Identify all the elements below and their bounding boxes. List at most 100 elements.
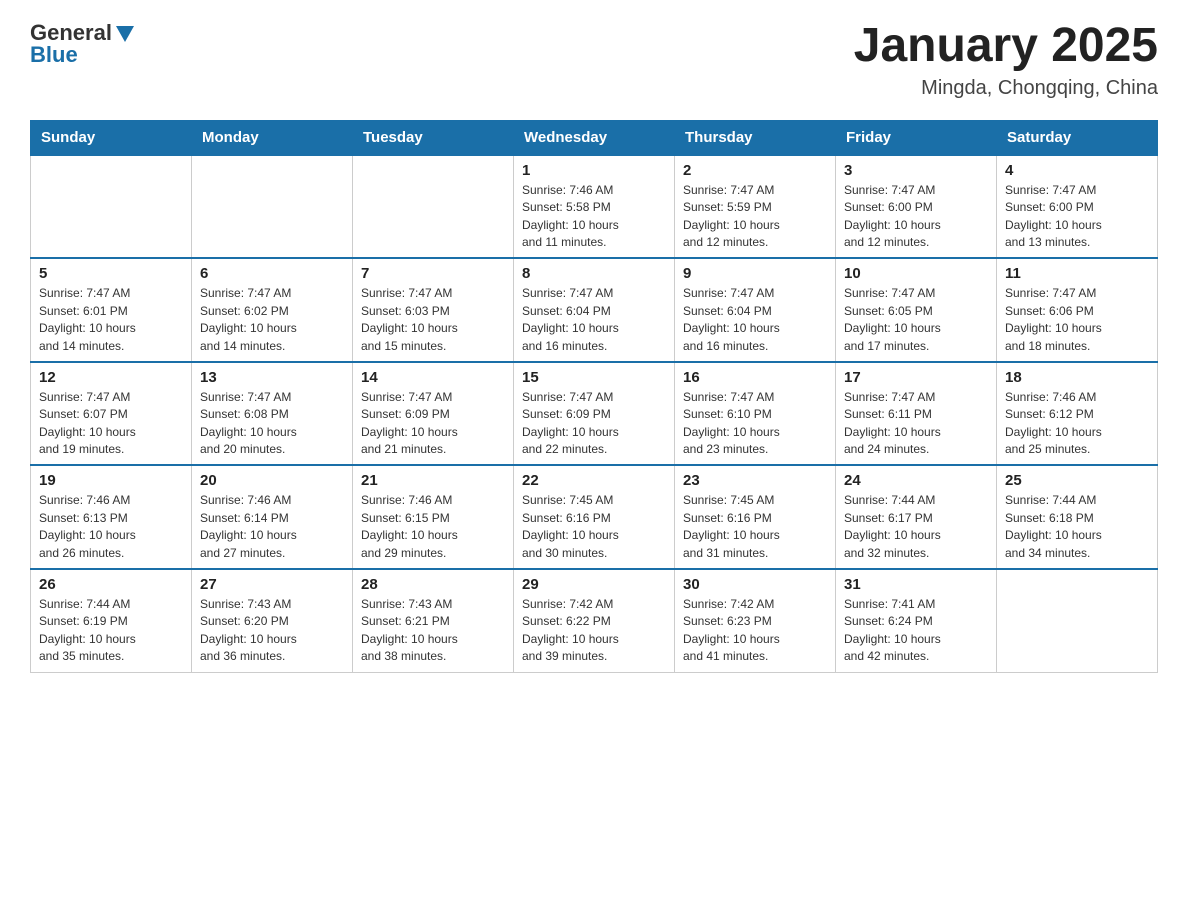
day-info: Sunrise: 7:43 AM Sunset: 6:21 PM Dayligh… — [361, 596, 505, 666]
col-header-wednesday: Wednesday — [514, 120, 675, 155]
day-cell — [997, 569, 1158, 672]
day-cell: 29 Sunrise: 7:42 AM Sunset: 6:22 PM Dayli… — [514, 569, 675, 672]
header-row: SundayMondayTuesdayWednesdayThursdayFrid… — [31, 120, 1158, 155]
day-info: Sunrise: 7:45 AM Sunset: 6:16 PM Dayligh… — [683, 492, 827, 562]
day-info: Sunrise: 7:47 AM Sunset: 6:04 PM Dayligh… — [522, 285, 666, 355]
day-number: 23 — [683, 472, 827, 489]
col-header-saturday: Saturday — [997, 120, 1158, 155]
day-number: 7 — [361, 265, 505, 282]
day-cell: 30 Sunrise: 7:42 AM Sunset: 6:23 PM Dayli… — [675, 569, 836, 672]
week-row-2: 5Sunrise: 7:47 AM Sunset: 6:01 PM Daylig… — [31, 258, 1158, 362]
col-header-sunday: Sunday — [31, 120, 192, 155]
day-cell: 7 Sunrise: 7:47 AM Sunset: 6:03 PM Daylig… — [353, 258, 514, 362]
day-number: 22 — [522, 472, 666, 489]
day-number: 25 — [1005, 472, 1149, 489]
month-title: January 2025 — [854, 20, 1158, 73]
day-info: Sunrise: 7:44 AM Sunset: 6:17 PM Dayligh… — [844, 492, 988, 562]
day-number: 28 — [361, 576, 505, 593]
day-number: 30 — [683, 576, 827, 593]
day-cell: 18Sunrise: 7:46 AM Sunset: 6:12 PM Dayli… — [997, 362, 1158, 466]
day-cell: 21 Sunrise: 7:46 AM Sunset: 6:15 PM Dayli… — [353, 465, 514, 569]
day-cell: 14 Sunrise: 7:47 AM Sunset: 6:09 PM Dayli… — [353, 362, 514, 466]
logo-blue-text: Blue — [30, 42, 78, 68]
day-number: 3 — [844, 162, 988, 179]
day-cell: 22 Sunrise: 7:45 AM Sunset: 6:16 PM Dayli… — [514, 465, 675, 569]
day-cell: 28 Sunrise: 7:43 AM Sunset: 6:21 PM Dayli… — [353, 569, 514, 672]
day-cell: 3 Sunrise: 7:47 AM Sunset: 6:00 PM Daylig… — [836, 155, 997, 259]
day-info: Sunrise: 7:44 AM Sunset: 6:18 PM Dayligh… — [1005, 492, 1149, 562]
day-info: Sunrise: 7:42 AM Sunset: 6:22 PM Dayligh… — [522, 596, 666, 666]
day-number: 9 — [683, 265, 827, 282]
day-info: Sunrise: 7:46 AM Sunset: 6:12 PM Dayligh… — [1005, 389, 1149, 459]
day-info: Sunrise: 7:44 AM Sunset: 6:19 PM Dayligh… — [39, 596, 183, 666]
day-number: 24 — [844, 472, 988, 489]
day-cell: 15 Sunrise: 7:47 AM Sunset: 6:09 PM Dayli… — [514, 362, 675, 466]
day-cell: 27Sunrise: 7:43 AM Sunset: 6:20 PM Dayli… — [192, 569, 353, 672]
col-header-monday: Monday — [192, 120, 353, 155]
day-number: 15 — [522, 369, 666, 386]
day-number: 11 — [1005, 265, 1149, 282]
day-cell — [353, 155, 514, 259]
location-text: Mingda, Chongqing, China — [854, 77, 1158, 100]
day-info: Sunrise: 7:45 AM Sunset: 6:16 PM Dayligh… — [522, 492, 666, 562]
day-number: 31 — [844, 576, 988, 593]
day-cell: 31 Sunrise: 7:41 AM Sunset: 6:24 PM Dayli… — [836, 569, 997, 672]
day-info: Sunrise: 7:43 AM Sunset: 6:20 PM Dayligh… — [200, 596, 344, 666]
day-info: Sunrise: 7:42 AM Sunset: 6:23 PM Dayligh… — [683, 596, 827, 666]
logo-triangle-icon — [114, 22, 136, 44]
day-cell — [31, 155, 192, 259]
calendar-table: SundayMondayTuesdayWednesdayThursdayFrid… — [30, 120, 1158, 673]
day-cell: 4 Sunrise: 7:47 AM Sunset: 6:00 PM Daylig… — [997, 155, 1158, 259]
day-info: Sunrise: 7:47 AM Sunset: 6:06 PM Dayligh… — [1005, 285, 1149, 355]
day-info: Sunrise: 7:41 AM Sunset: 6:24 PM Dayligh… — [844, 596, 988, 666]
day-info: Sunrise: 7:46 AM Sunset: 5:58 PM Dayligh… — [522, 182, 666, 252]
day-number: 10 — [844, 265, 988, 282]
day-info: Sunrise: 7:47 AM Sunset: 6:10 PM Dayligh… — [683, 389, 827, 459]
day-info: Sunrise: 7:47 AM Sunset: 6:02 PM Dayligh… — [200, 285, 344, 355]
day-cell: 12Sunrise: 7:47 AM Sunset: 6:07 PM Dayli… — [31, 362, 192, 466]
day-number: 6 — [200, 265, 344, 282]
page-header: General Blue January 2025 Mingda, Chongq… — [30, 20, 1158, 100]
week-row-4: 19Sunrise: 7:46 AM Sunset: 6:13 PM Dayli… — [31, 465, 1158, 569]
day-cell: 17 Sunrise: 7:47 AM Sunset: 6:11 PM Dayli… — [836, 362, 997, 466]
day-number: 19 — [39, 472, 183, 489]
day-cell: 1 Sunrise: 7:46 AM Sunset: 5:58 PM Daylig… — [514, 155, 675, 259]
day-cell: 11 Sunrise: 7:47 AM Sunset: 6:06 PM Dayli… — [997, 258, 1158, 362]
day-info: Sunrise: 7:47 AM Sunset: 6:03 PM Dayligh… — [361, 285, 505, 355]
day-number: 21 — [361, 472, 505, 489]
day-info: Sunrise: 7:47 AM Sunset: 6:11 PM Dayligh… — [844, 389, 988, 459]
day-number: 13 — [200, 369, 344, 386]
day-cell: 23 Sunrise: 7:45 AM Sunset: 6:16 PM Dayli… — [675, 465, 836, 569]
day-info: Sunrise: 7:47 AM Sunset: 6:00 PM Dayligh… — [844, 182, 988, 252]
day-info: Sunrise: 7:47 AM Sunset: 6:01 PM Dayligh… — [39, 285, 183, 355]
day-cell: 8 Sunrise: 7:47 AM Sunset: 6:04 PM Daylig… — [514, 258, 675, 362]
day-info: Sunrise: 7:47 AM Sunset: 6:09 PM Dayligh… — [361, 389, 505, 459]
day-cell — [192, 155, 353, 259]
day-info: Sunrise: 7:47 AM Sunset: 6:00 PM Dayligh… — [1005, 182, 1149, 252]
day-info: Sunrise: 7:47 AM Sunset: 6:05 PM Dayligh… — [844, 285, 988, 355]
day-info: Sunrise: 7:47 AM Sunset: 6:09 PM Dayligh… — [522, 389, 666, 459]
day-number: 29 — [522, 576, 666, 593]
day-number: 17 — [844, 369, 988, 386]
day-number: 16 — [683, 369, 827, 386]
col-header-friday: Friday — [836, 120, 997, 155]
day-number: 26 — [39, 576, 183, 593]
day-cell: 2Sunrise: 7:47 AM Sunset: 5:59 PM Daylig… — [675, 155, 836, 259]
day-number: 4 — [1005, 162, 1149, 179]
week-row-5: 26 Sunrise: 7:44 AM Sunset: 6:19 PM Dayli… — [31, 569, 1158, 672]
day-cell: 6 Sunrise: 7:47 AM Sunset: 6:02 PM Daylig… — [192, 258, 353, 362]
day-info: Sunrise: 7:46 AM Sunset: 6:15 PM Dayligh… — [361, 492, 505, 562]
day-cell: 9 Sunrise: 7:47 AM Sunset: 6:04 PM Daylig… — [675, 258, 836, 362]
day-number: 20 — [200, 472, 344, 489]
day-cell: 25 Sunrise: 7:44 AM Sunset: 6:18 PM Dayli… — [997, 465, 1158, 569]
day-number: 14 — [361, 369, 505, 386]
day-info: Sunrise: 7:47 AM Sunset: 6:04 PM Dayligh… — [683, 285, 827, 355]
day-cell: 19Sunrise: 7:46 AM Sunset: 6:13 PM Dayli… — [31, 465, 192, 569]
day-info: Sunrise: 7:46 AM Sunset: 6:14 PM Dayligh… — [200, 492, 344, 562]
day-cell: 20 Sunrise: 7:46 AM Sunset: 6:14 PM Dayli… — [192, 465, 353, 569]
day-info: Sunrise: 7:47 AM Sunset: 5:59 PM Dayligh… — [683, 182, 827, 252]
day-number: 1 — [522, 162, 666, 179]
day-number: 8 — [522, 265, 666, 282]
logo: General Blue — [30, 20, 136, 68]
day-cell: 13Sunrise: 7:47 AM Sunset: 6:08 PM Dayli… — [192, 362, 353, 466]
